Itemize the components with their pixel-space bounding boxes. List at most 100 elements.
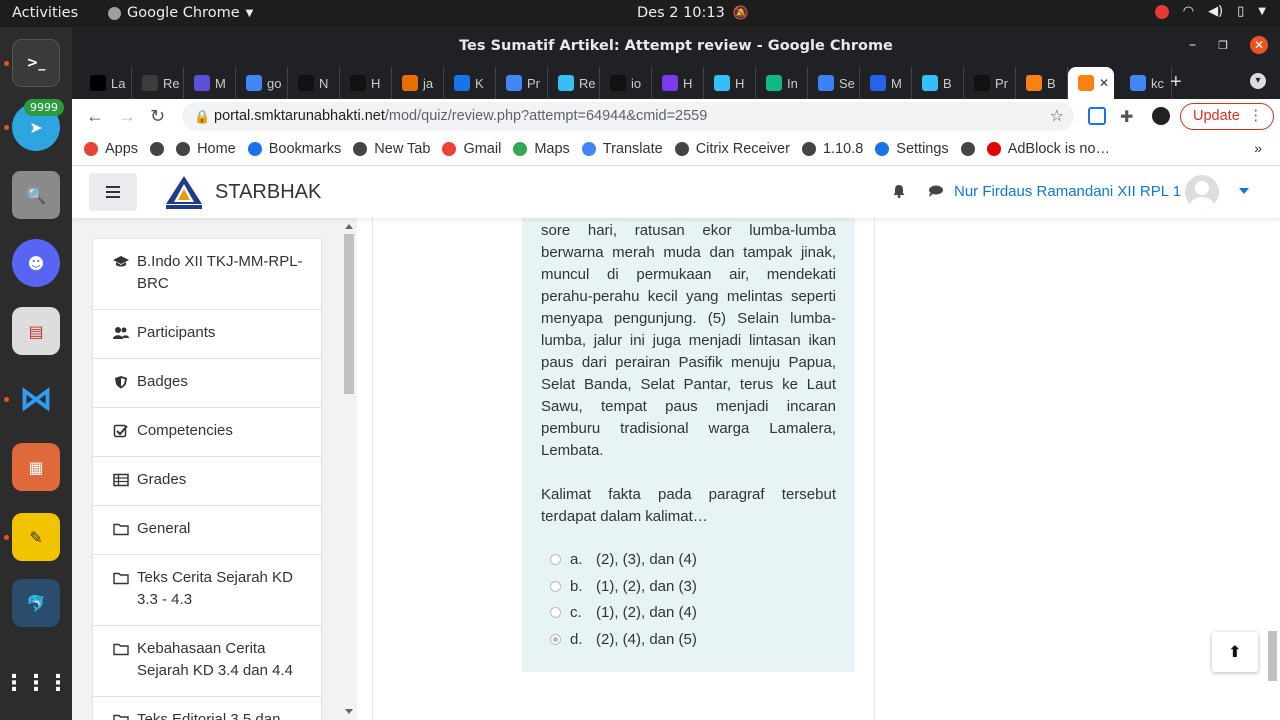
drawer-item[interactable]: Grades [93,457,321,506]
bookmark-item[interactable]: Translate [581,141,663,157]
browser-tab[interactable]: B [912,67,964,99]
bookmark-item[interactable]: Gmail [442,141,501,157]
scroll-down-arrow-icon[interactable] [345,709,353,714]
back-arrow-icon[interactable]: ← [86,106,104,127]
site-brand[interactable]: STARBHAK [215,181,321,204]
user-avatar[interactable] [1185,175,1219,209]
hamburger-menu-button[interactable] [89,173,137,211]
users-icon [113,327,129,339]
bookmark-item[interactable] [960,142,975,156]
presentation-icon[interactable]: ▦ [12,443,60,491]
answer-option[interactable]: b. (1), (2), dan (3) [541,577,836,604]
drawer-item[interactable]: Participants [93,310,321,359]
extension-icon[interactable] [1088,107,1106,125]
minimize-icon[interactable]: – [1189,37,1196,53]
notification-icon [1154,4,1169,19]
browser-tab[interactable]: ja [392,67,444,99]
bookmark-item[interactable]: Maps [513,141,570,157]
terminal-icon[interactable]: >_ [12,39,60,87]
answer-option[interactable]: a. (2), (3), dan (4) [541,550,836,577]
browser-tab[interactable]: Pr [496,67,548,99]
chevron-down-icon[interactable] [1239,188,1249,194]
close-tab-icon[interactable]: ✕ [1099,76,1109,90]
school-logo[interactable] [162,174,206,212]
bell-icon[interactable] [892,184,906,198]
browser-tab[interactable]: Se [808,67,860,99]
drawer-item[interactable]: Kebahasaan Cerita Sejarah KD 3.4 dan 4.4 [93,626,321,697]
magnifier-icon[interactable]: 🔍 [12,171,60,219]
drawer-item[interactable]: Competencies [93,408,321,457]
bookmark-item[interactable] [150,142,165,156]
scroll-up-arrow-icon[interactable] [345,224,353,229]
browser-tab[interactable]: M [860,67,912,99]
tab-active[interactable]: ✕ [1068,67,1114,99]
mysql-workbench-icon[interactable]: 🐬 [12,579,60,627]
bookmark-item[interactable]: New Tab [353,141,430,157]
update-button[interactable]: Update ⋮ [1180,103,1274,130]
drawer-scrollbar[interactable] [342,218,357,720]
bookmark-item[interactable]: Citrix Receiver [674,141,790,157]
drawer-scroll-thumb[interactable] [344,234,354,394]
notes-icon[interactable]: ✎ [12,513,60,561]
puzzle-icon[interactable]: ✚ [1120,107,1138,126]
browser-tab[interactable]: H [704,67,756,99]
tab-search-icon[interactable]: ▾ [1250,73,1266,89]
answer-option[interactable]: d. (2), (4), dan (5) [541,630,836,657]
system-tray[interactable]: ◠ ◀) ▯ ▼ [1154,4,1266,19]
activities-button[interactable]: Activities [12,5,78,21]
drawer-item[interactable]: Teks Editorial 3.5 dan [93,697,321,720]
browser-tab[interactable]: H [652,67,704,99]
answer-radio[interactable] [550,580,561,592]
drawer-item[interactable]: General [93,506,321,555]
profile-avatar-icon[interactable] [1152,107,1170,125]
app-menu[interactable]: Google Chrome ▼ [108,5,253,21]
github-icon [298,75,314,91]
bookmark-item[interactable]: Settings [875,141,949,157]
browser-tab[interactable]: La [80,67,132,99]
gmail-icon [442,142,457,156]
browser-tab[interactable]: Pr [964,67,1016,99]
bookmark-item[interactable]: 1.10.8 [801,141,863,157]
drawer-item[interactable]: B.Indo XII TKJ-MM-RPL-BRC [93,239,321,310]
bookmark-item[interactable]: Apps [84,141,138,157]
clock[interactable]: Des 2 10:13 🔕 [637,5,749,21]
show-apps-icon[interactable]: ⋮⋮⋮ [3,659,69,707]
maximize-icon[interactable]: ❐ [1218,39,1228,52]
new-tab-button[interactable]: + [1170,71,1182,94]
forward-arrow-icon[interactable]: → [118,106,136,127]
bookmarks-overflow-icon[interactable]: » [1254,140,1262,156]
close-icon[interactable]: ✕ [1250,36,1268,54]
browser-tab[interactable]: In [756,67,808,99]
tab-label: M [891,75,902,91]
back-to-top-button[interactable]: ⬆ [1212,632,1258,672]
answer-radio[interactable] [550,633,561,645]
browser-tab[interactable]: M [184,67,236,99]
browser-tab[interactable]: io [600,67,652,99]
address-bar[interactable]: 🔒 portal.smktarunabhakti.net/mod/quiz/re… [182,102,1074,131]
bookmark-item[interactable]: AdBlock is no… [986,141,1110,157]
document-viewer-icon[interactable]: ▤ [12,307,60,355]
bookmark-item[interactable]: Home [176,141,236,157]
vscode-icon[interactable]: ⋈ [12,375,60,423]
drawer-item[interactable]: Teks Cerita Sejarah KD 3.3 - 4.3 [93,555,321,626]
browser-tab[interactable]: B [1016,67,1068,99]
answer-radio[interactable] [550,607,561,618]
browser-tab[interactable]: N [288,67,340,99]
browser-tab[interactable]: Re [548,67,600,99]
reload-icon[interactable]: ↻ [150,106,165,127]
browser-tab[interactable]: kc [1120,67,1172,99]
user-name[interactable]: Nur Firdaus Ramandani XII RPL 1 [954,183,1181,200]
chat-icon[interactable] [928,185,943,197]
bookmark-star-icon[interactable]: ☆ [1050,102,1064,131]
bookmark-item[interactable]: Bookmarks [247,141,341,157]
browser-tab[interactable]: go [236,67,288,99]
discord-icon[interactable]: ☻ [12,239,60,287]
browser-tab[interactable]: H [340,67,392,99]
answer-option[interactable]: c. (1), (2), dan (4) [541,603,836,630]
browser-tab[interactable]: K [444,67,496,99]
page-scrollbar[interactable] [1265,218,1280,720]
answer-radio[interactable] [550,554,561,565]
page-scroll-thumb[interactable] [1268,631,1277,681]
browser-tab[interactable]: Re [132,67,184,99]
drawer-item[interactable]: Badges [93,359,321,408]
